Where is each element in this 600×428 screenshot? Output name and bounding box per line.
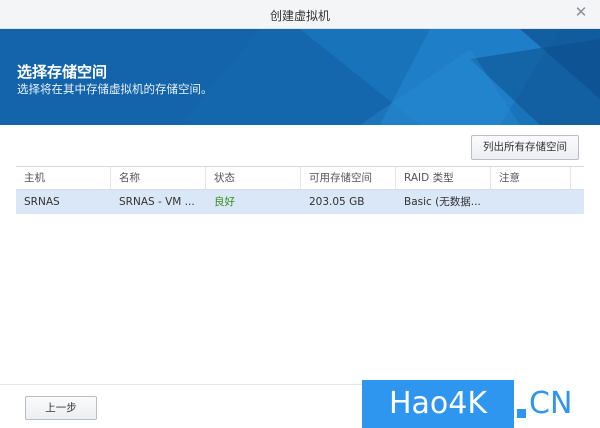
- column-header-free-space[interactable]: 可用存储空间: [301, 167, 396, 189]
- column-header-raid-type[interactable]: RAID 类型: [396, 167, 491, 189]
- cell-note: [491, 190, 571, 214]
- column-header-name[interactable]: 名称: [111, 167, 206, 189]
- column-header-status[interactable]: 状态: [206, 167, 301, 189]
- cell-host: SRNAS: [24, 196, 60, 208]
- watermark-suffix-text: CN: [529, 386, 573, 421]
- list-all-storage-button[interactable]: 列出所有存储空间: [471, 135, 579, 160]
- dialog-title: 创建虚拟机: [269, 9, 330, 23]
- banner-subheading: 选择将在其中存储虚拟机的存储空间。: [17, 82, 213, 96]
- cell-free-space: 203.05 GB: [309, 196, 365, 208]
- cell-name: SRNAS - VM ...: [119, 196, 195, 208]
- dialog-titlebar: 创建虚拟机 ✕: [0, 0, 600, 29]
- wizard-banner: 选择存储空间 选择将在其中存储虚拟机的存储空间。: [0, 29, 600, 125]
- grid-header: 主机 名称 状态 可用存储空间 RAID 类型 注意: [16, 166, 584, 190]
- watermark-main-text: Hao4K: [362, 380, 514, 428]
- close-icon[interactable]: ✕: [574, 5, 588, 20]
- column-header-host[interactable]: 主机: [16, 167, 111, 189]
- storage-grid: 主机 名称 状态 可用存储空间 RAID 类型 注意 SRNAS SRNAS -…: [16, 166, 584, 214]
- cell-raid-type: Basic (无数据...: [404, 196, 481, 208]
- cell-status: 良好: [214, 196, 235, 208]
- column-header-note[interactable]: 注意: [491, 167, 571, 189]
- watermark: Hao4K CN: [362, 380, 600, 428]
- previous-step-button[interactable]: 上一步: [25, 396, 97, 420]
- table-row[interactable]: SRNAS SRNAS - VM ... 良好 203.05 GB Basic …: [16, 190, 584, 214]
- banner-heading: 选择存储空间: [17, 63, 108, 81]
- watermark-dot: [517, 409, 526, 418]
